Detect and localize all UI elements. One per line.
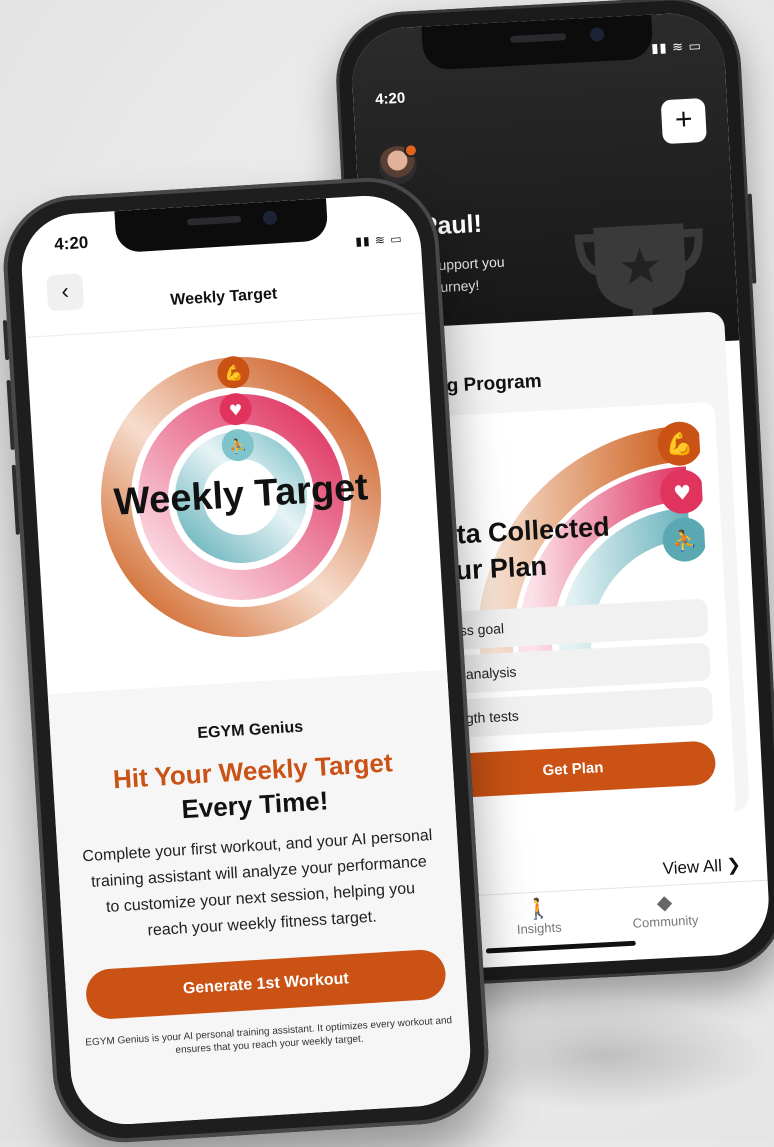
tab-insights[interactable]: 🚶 Insights <box>515 898 562 937</box>
status-time: 4:20 <box>374 89 406 109</box>
status-icons: ▮▮ ≋ ▭ <box>354 231 403 249</box>
chevron-right-icon: ❯ <box>726 855 742 875</box>
svg-text:♥: ♥ <box>228 401 243 420</box>
power-button <box>747 193 757 284</box>
svg-text:💪: 💪 <box>665 431 694 458</box>
brand-label: EGYM Genius <box>196 718 304 743</box>
generate-workout-button[interactable]: Generate 1st Workout <box>84 948 448 1021</box>
notification-dot <box>403 143 419 158</box>
weekly-target-graphic: 💪 ♥ ⛹ Weekly Target <box>101 356 382 637</box>
tab-label: Insights <box>516 919 563 937</box>
footnote: EGYM Genius is your AI personal training… <box>85 1015 453 1057</box>
volume-down-button <box>11 464 20 535</box>
list-item-body-analysis[interactable]: ody analysis <box>424 642 712 696</box>
get-plan-button[interactable]: Get Plan <box>429 740 717 800</box>
add-button[interactable]: + <box>660 97 707 145</box>
description: Complete your first workout, and your AI… <box>81 826 433 940</box>
svg-text:⛹: ⛹ <box>672 528 698 553</box>
view-all-link[interactable]: View All ❯ <box>662 855 741 879</box>
mute-switch <box>2 319 10 361</box>
notch <box>421 14 654 71</box>
volume-up-button <box>6 379 15 450</box>
info-panel: EGYM Genius Hit Your Weekly Target Every… <box>47 669 474 1128</box>
view-all-label: View All <box>662 856 723 879</box>
status-time: 4:20 <box>53 232 89 254</box>
list-item-strength-tests[interactable]: trength tests <box>426 686 714 740</box>
page-title: Weekly Target <box>169 285 278 309</box>
status-icons: ▮▮ ≋ ▭ <box>650 38 703 56</box>
tab-label: Community <box>632 912 699 931</box>
tab-community[interactable]: ◆ Community <box>631 890 699 931</box>
notch <box>114 198 329 254</box>
svg-text:♥: ♥ <box>673 480 692 505</box>
floor-shadow <box>440 1000 770 1110</box>
svg-text:⛹: ⛹ <box>229 437 248 456</box>
front-phone: 4:20 ▮▮ ≋ ▭ ‹ Weekly Target 💪 ♥ ⛹ Weekly… <box>0 173 493 1147</box>
header-divider <box>25 312 426 338</box>
svg-text:💪: 💪 <box>224 364 244 383</box>
front-phone-screen: 4:20 ▮▮ ≋ ▭ ‹ Weekly Target 💪 ♥ ⛹ Weekly… <box>18 192 474 1128</box>
figure-icon: 🚶 <box>525 898 552 922</box>
